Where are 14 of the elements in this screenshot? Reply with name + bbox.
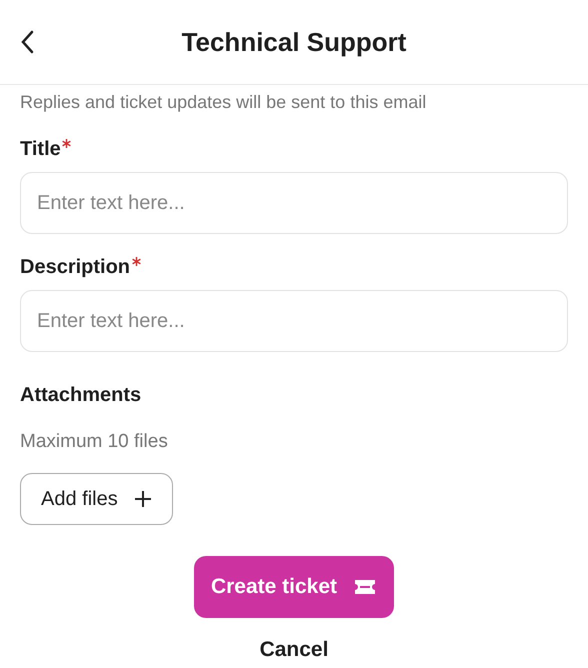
text-input[interactable]: Enter text here... (20, 290, 568, 352)
cancel-button[interactable]: Cancel (260, 634, 328, 665)
attachments-label: Attachments (20, 383, 142, 408)
page-title: Technical Support (182, 26, 406, 58)
add-files-button[interactable]: Add files (20, 472, 173, 524)
back-icon (20, 30, 34, 54)
field-label: Title (20, 137, 61, 162)
email-note: Replies and ticket updates will be sent to this email (20, 91, 428, 114)
create-ticket-button[interactable]: Create ticket (194, 556, 394, 618)
plus-icon (134, 490, 152, 508)
ticket-icon (353, 578, 378, 594)
field-label: Description (20, 255, 130, 280)
text-input[interactable]: Enter text here... (20, 172, 568, 234)
attachments-hint: Maximum 10 files (20, 430, 169, 454)
